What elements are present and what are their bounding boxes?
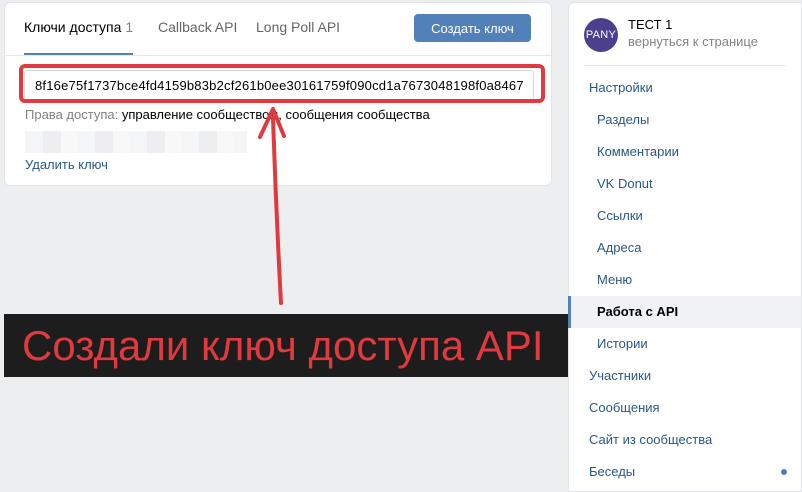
access-key-field[interactable] — [24, 70, 534, 100]
menu-item-links[interactable]: Ссылки — [569, 200, 801, 232]
menu-item-comments[interactable]: Комментарии — [569, 136, 801, 168]
access-rights-label: Права доступа: — [25, 107, 119, 122]
tabs-bar: Ключи доступа 1 Callback API Long Poll AP… — [5, 3, 551, 56]
menu-item-menu[interactable]: Меню — [569, 264, 801, 296]
annotation-caption: Создали ключ доступа API — [4, 314, 576, 377]
delete-key-link[interactable]: Удалить ключ — [25, 157, 108, 172]
tab-access-keys-label: Ключи доступа — [24, 19, 122, 35]
access-rights: Права доступа: управление сообществом, с… — [25, 107, 430, 122]
group-name[interactable]: ТЕСТ 1 — [628, 17, 672, 32]
menu-item-messages[interactable]: Сообщения — [569, 392, 801, 424]
menu-divider — [584, 65, 786, 66]
menu-item-sections[interactable]: Разделы — [569, 104, 801, 136]
tab-callback-api[interactable]: Callback API — [158, 3, 237, 55]
menu-item-chats-label: Беседы — [589, 464, 636, 479]
menu-item-site[interactable]: Сайт из сообщества — [569, 424, 801, 456]
tab-long-poll-api[interactable]: Long Poll API — [256, 3, 340, 55]
menu-item-chats[interactable]: Беседы — [569, 456, 801, 488]
access-rights-value: управление сообществом, сообщения сообще… — [121, 107, 430, 122]
api-keys-card: Ключи доступа 1 Callback API Long Poll AP… — [4, 2, 552, 186]
unread-dot-icon — [781, 469, 787, 475]
menu-item-settings[interactable]: Настройки — [569, 72, 801, 104]
annotation-caption-text: Создали ключ доступа API — [22, 322, 544, 369]
back-to-page-link[interactable]: вернуться к странице — [628, 34, 758, 49]
menu-item-members[interactable]: Участники — [569, 360, 801, 392]
menu-item-vk-donut[interactable]: VK Donut — [569, 168, 801, 200]
tab-access-keys-count: 1 — [125, 19, 134, 35]
avatar[interactable]: PANY — [584, 18, 618, 52]
menu-item-addresses[interactable]: Адреса — [569, 232, 801, 264]
menu-item-stories[interactable]: Истории — [569, 328, 801, 360]
create-key-button[interactable]: Создать ключ — [414, 14, 531, 42]
menu-item-api[interactable]: Работа с API — [568, 296, 801, 328]
blurred-info — [25, 131, 247, 153]
settings-sidebar: PANY ТЕСТ 1 вернуться к странице Настрой… — [568, 2, 802, 492]
tab-access-keys[interactable]: Ключи доступа 1 — [24, 3, 134, 55]
